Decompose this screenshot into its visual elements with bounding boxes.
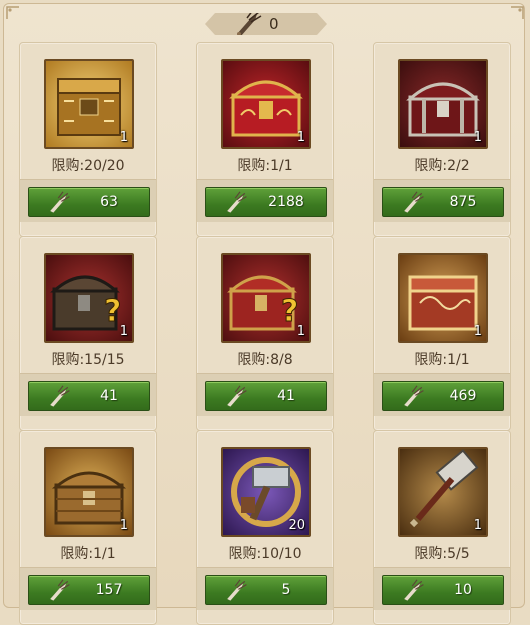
buy-button[interactable]: 157 xyxy=(28,575,150,605)
buy-button[interactable]: 41 xyxy=(205,381,327,411)
purchase-limit: 限购:1/1 xyxy=(414,352,470,368)
item-icon-frame: 1 xyxy=(44,447,134,537)
item-icon-frame: 1 xyxy=(398,447,488,537)
item-price: 469 xyxy=(449,388,477,404)
buy-button[interactable]: 63 xyxy=(28,187,150,217)
item-price: 41 xyxy=(100,388,118,404)
buy-button[interactable]: 41 xyxy=(28,381,150,411)
currency-amount: 0 xyxy=(269,15,279,33)
buy-button[interactable]: 2188 xyxy=(205,187,327,217)
shop-item-card: 1 限购:5/5 10 xyxy=(373,430,511,625)
conch-horn-icon xyxy=(47,579,71,607)
item-quantity: 1 xyxy=(119,130,128,145)
item-quantity: 20 xyxy=(288,518,305,533)
shop-item-card: 1 限购:1/1 2188 xyxy=(196,42,334,237)
item-icon-frame: 1 xyxy=(221,59,311,149)
item-price: 5 xyxy=(281,582,291,598)
purchase-limit: 限购:15/15 xyxy=(51,352,125,368)
conch-horn-icon xyxy=(401,579,425,607)
shop-item-card: 1 限购:1/1 157 xyxy=(19,430,157,625)
conch-horn-icon xyxy=(401,385,425,413)
purchase-limit: 限购:1/1 xyxy=(60,546,116,562)
item-icon-frame: ? 1 xyxy=(221,253,311,343)
item-quantity: 1 xyxy=(473,518,482,533)
conch-horn-icon xyxy=(47,385,71,413)
buy-button[interactable]: 5 xyxy=(205,575,327,605)
item-quantity: 1 xyxy=(473,324,482,339)
shop-item-card: 1 限购:20/20 63 xyxy=(19,42,157,237)
purchase-limit: 限购:1/1 xyxy=(237,158,293,174)
conch-horn-icon xyxy=(224,579,248,607)
item-quantity: 1 xyxy=(119,324,128,339)
shop-item-card: 20 限购:10/10 5 xyxy=(196,430,334,625)
purchase-limit: 限购:20/20 xyxy=(51,158,125,174)
buy-button[interactable]: 10 xyxy=(382,575,504,605)
purchase-limit: 限购:2/2 xyxy=(414,158,470,174)
purchase-limit: 限购:5/5 xyxy=(414,546,470,562)
shop-item-card: ? 1 限购:8/8 41 xyxy=(196,236,334,431)
shop-item-card: 1 限购:2/2 875 xyxy=(373,42,511,237)
item-price: 157 xyxy=(95,582,123,598)
item-price: 875 xyxy=(449,194,477,210)
conch-horn-icon xyxy=(401,191,425,219)
item-icon-frame: 1 xyxy=(398,59,488,149)
item-quantity: 1 xyxy=(119,518,128,533)
item-icon-frame: ? 1 xyxy=(44,253,134,343)
conch-horn-icon xyxy=(224,385,248,413)
item-price: 10 xyxy=(454,582,472,598)
item-icon-frame: 20 xyxy=(221,447,311,537)
currency-balance: 0 xyxy=(205,13,327,35)
item-icon-frame: 1 xyxy=(398,253,488,343)
conch-horn-icon xyxy=(224,191,248,219)
corner-ornament-icon xyxy=(510,6,524,20)
item-price: 2188 xyxy=(268,194,304,210)
shop-item-card: 1 限购:1/1 469 xyxy=(373,236,511,431)
item-quantity: 1 xyxy=(296,130,305,145)
shop-item-card: ? 1 限购:15/15 41 xyxy=(19,236,157,431)
purchase-limit: 限购:10/10 xyxy=(228,546,302,562)
purchase-limit: 限购:8/8 xyxy=(237,352,293,368)
item-quantity: 1 xyxy=(296,324,305,339)
item-quantity: 1 xyxy=(473,130,482,145)
buy-button[interactable]: 469 xyxy=(382,381,504,411)
item-icon-frame: 1 xyxy=(44,59,134,149)
item-price: 63 xyxy=(100,194,118,210)
buy-button[interactable]: 875 xyxy=(382,187,504,217)
conch-horn-icon xyxy=(47,191,71,219)
corner-ornament-icon xyxy=(6,6,20,20)
item-price: 41 xyxy=(277,388,295,404)
